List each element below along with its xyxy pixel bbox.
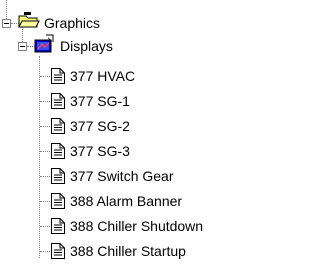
tree-item-388-chiller-startup[interactable]: 388 Chiller Startup [68,243,188,259]
tree-connector [39,56,40,258]
tree-view: Graphics Displays 377 HVAC 377 SG-1 377 … [0,0,320,272]
tree-node-graphics[interactable]: Graphics [42,15,102,31]
document-icon [51,68,65,84]
tree-item-388-alarm-banner[interactable]: 388 Alarm Banner [68,193,184,209]
document-icon [51,243,65,259]
tree-item-377-sg-2[interactable]: 377 SG-2 [68,118,132,134]
tree-connector [40,201,50,202]
open-folder-icon [18,12,40,28]
tree-node-displays[interactable]: Displays [58,38,115,54]
tree-item-377-sg-1[interactable]: 377 SG-1 [68,93,132,109]
document-icon [51,143,65,159]
tree-item-377-hvac[interactable]: 377 HVAC [68,68,137,84]
tree-connector [40,76,50,77]
tree-connector [40,101,50,102]
tree-item-388-chiller-shutdown[interactable]: 388 Chiller Shutdown [68,218,205,234]
displays-collapse-toggle[interactable] [18,42,27,51]
tree-item-377-switch-gear[interactable]: 377 Switch Gear [68,168,176,184]
tree-connector [40,176,50,177]
document-icon [51,218,65,234]
tree-item-377-sg-3[interactable]: 377 SG-3 [68,143,132,159]
document-icon [51,193,65,209]
document-icon [51,168,65,184]
document-icon [51,93,65,109]
tree-connector [40,126,50,127]
tree-connector [40,226,50,227]
tree-connector [40,151,50,152]
tree-connector [40,251,50,252]
graphics-collapse-toggle[interactable] [2,19,11,28]
document-icon [51,118,65,134]
displays-folder-icon [34,34,54,53]
